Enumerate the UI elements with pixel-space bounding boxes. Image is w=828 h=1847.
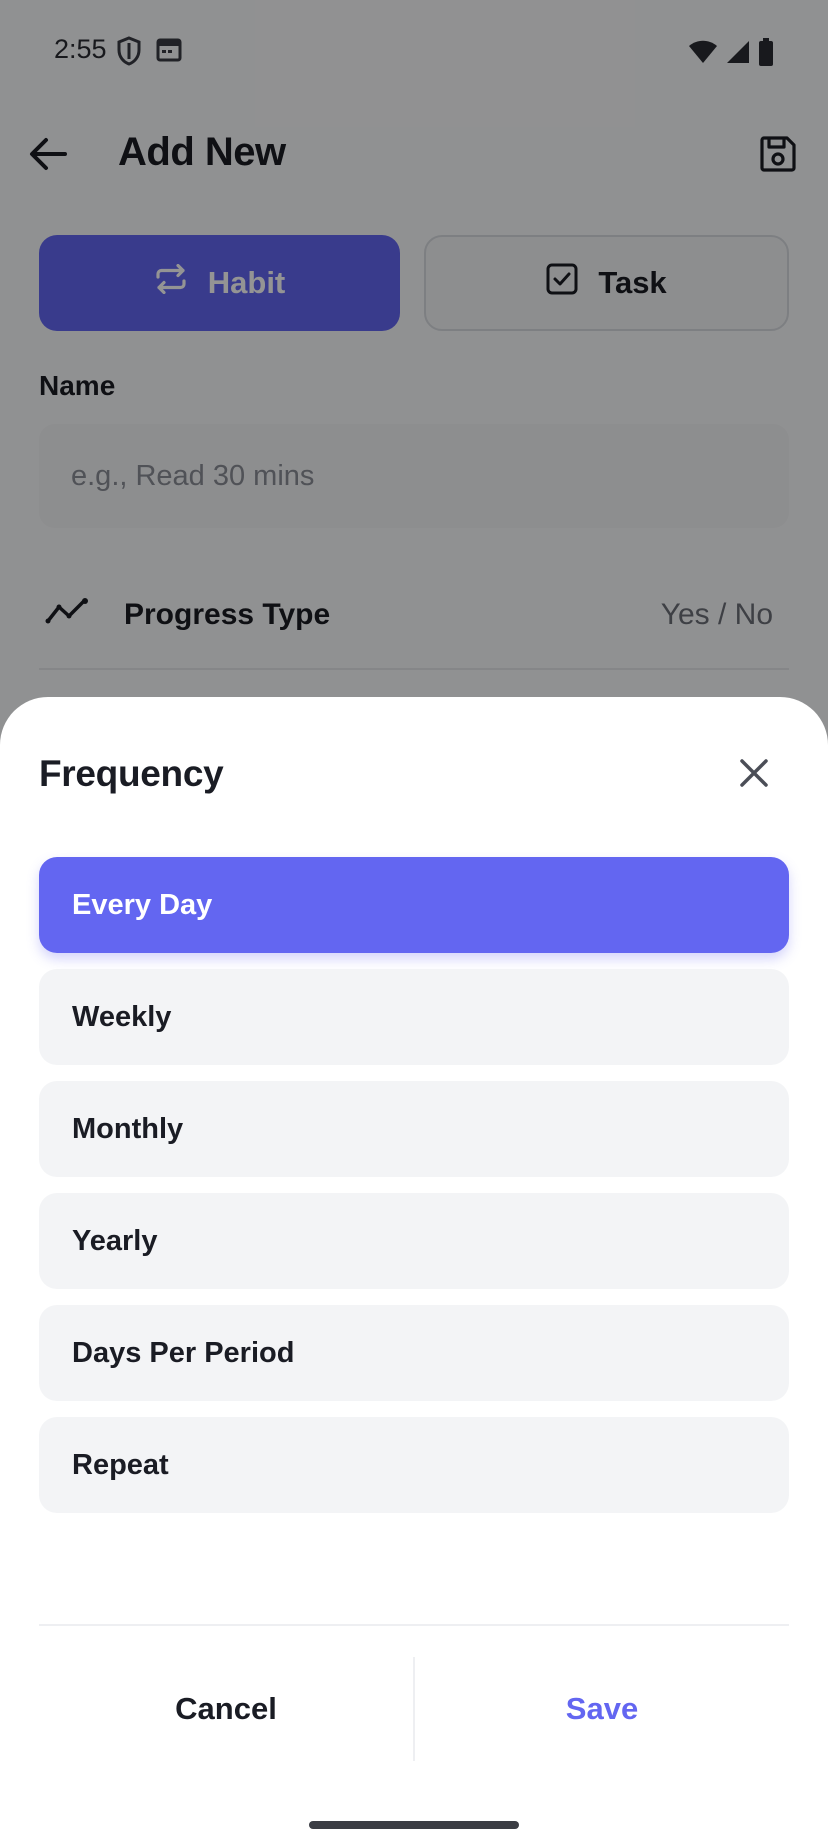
option-label: Monthly — [72, 1112, 184, 1145]
home-indicator[interactable] — [309, 1821, 519, 1829]
save-button[interactable]: Save — [415, 1657, 789, 1761]
option-days-per-period[interactable]: Days Per Period — [39, 1305, 789, 1401]
option-repeat[interactable]: Repeat — [39, 1417, 789, 1513]
sheet-title: Frequency — [39, 753, 224, 794]
frequency-bottom-sheet: Frequency Every Day Weekly Monthly Yearl… — [0, 697, 828, 1847]
sheet-divider — [39, 1624, 789, 1626]
option-yearly[interactable]: Yearly — [39, 1193, 789, 1289]
frequency-options: Every Day Weekly Monthly Yearly Days Per… — [39, 857, 789, 1529]
close-button[interactable] — [732, 753, 776, 797]
option-label: Yearly — [72, 1224, 158, 1257]
option-label: Repeat — [72, 1448, 169, 1481]
cancel-button[interactable]: Cancel — [39, 1657, 413, 1761]
option-every-day[interactable]: Every Day — [39, 857, 789, 953]
close-icon — [739, 758, 769, 793]
option-monthly[interactable]: Monthly — [39, 1081, 789, 1177]
option-weekly[interactable]: Weekly — [39, 969, 789, 1065]
sheet-actions: Cancel Save — [39, 1657, 789, 1761]
option-label: Weekly — [72, 1000, 172, 1033]
option-label: Every Day — [72, 888, 213, 921]
option-label: Days Per Period — [72, 1336, 295, 1369]
